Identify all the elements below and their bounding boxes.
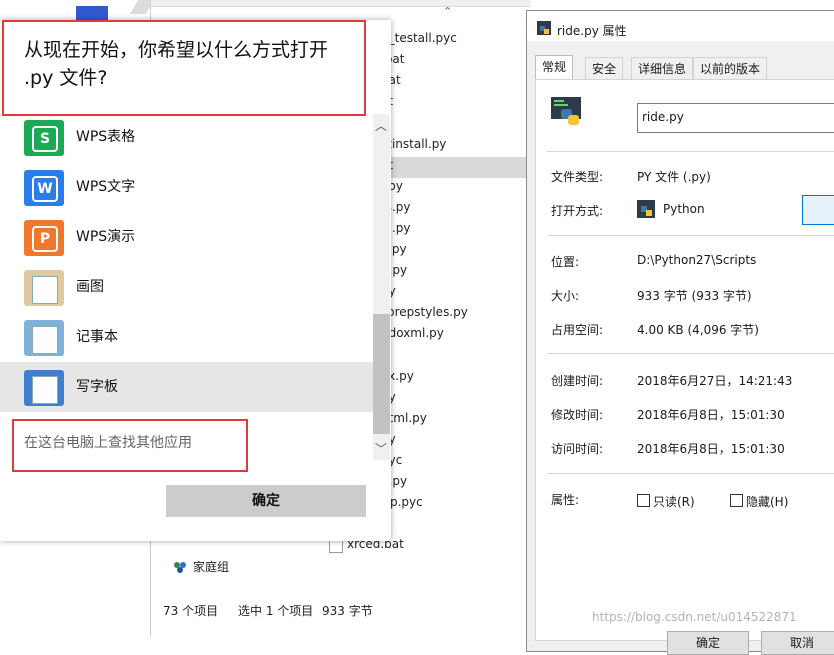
dialog-title: ride.py 属性: [557, 24, 627, 38]
hidden-checkbox[interactable]: [730, 494, 743, 507]
notepad-icon: [24, 320, 64, 356]
file-name: 2_testall.pyc: [381, 31, 457, 45]
app-item[interactable]: 记事本: [0, 312, 373, 362]
app-label: WPS表格: [76, 129, 136, 145]
size-value: 933 字节 (933 字节): [637, 289, 752, 303]
cancel-button[interactable]: 取消: [761, 631, 834, 655]
app-label: 写字板: [76, 379, 118, 395]
selection-count: 选中 1 个项目: [238, 604, 314, 618]
accessed-value: 2018年6月8日，15:01:30: [637, 442, 785, 456]
wps-spreadsheet-icon: S: [24, 120, 64, 156]
app-item[interactable]: S WPS表格: [0, 112, 373, 162]
readonly-checkbox[interactable]: [637, 494, 650, 507]
divider: [547, 151, 834, 152]
created-value: 2018年6月27日，14:21:43: [637, 374, 793, 388]
app-label: 记事本: [76, 329, 118, 345]
wordpad-icon: [24, 370, 64, 406]
hidden-label: 隐藏(H): [746, 495, 789, 509]
general-panel: [535, 79, 834, 641]
homegroup-icon: [173, 561, 187, 573]
wps-presentation-icon: P: [24, 220, 64, 256]
scrollbar-thumb[interactable]: [373, 314, 390, 434]
scroll-up-icon[interactable]: ⌃: [443, 5, 452, 18]
paint-icon: [24, 270, 64, 306]
status-bar: 73 个项目 选中 1 个项目 933 字节: [151, 596, 531, 624]
app-label: WPS演示: [76, 229, 136, 245]
tab-security[interactable]: 安全: [585, 57, 624, 80]
tab-details[interactable]: 详细信息: [631, 57, 694, 80]
divider: [547, 235, 834, 236]
python-file-icon: [537, 21, 551, 35]
file-type-value: PY 文件 (.py): [637, 170, 711, 184]
attributes-label: 属性:: [551, 493, 580, 507]
app-list-scrollbar[interactable]: [373, 114, 390, 460]
chevron-down-icon[interactable]: ﹀: [375, 440, 387, 457]
change-button[interactable]: [802, 195, 834, 225]
item-count: 73 个项目: [163, 604, 219, 618]
confirm-button[interactable]: 确定: [166, 485, 366, 517]
modified-value: 2018年6月8日，15:01:30: [637, 408, 785, 422]
filename-value: ride.py: [642, 110, 684, 124]
watermark: https://blog.csdn.net/u014522871: [592, 610, 797, 624]
divider: [547, 353, 834, 354]
location-label: 位置:: [551, 255, 580, 269]
app-item[interactable]: 画图: [0, 262, 373, 312]
readonly-label: 只读(R): [653, 495, 695, 509]
size-on-disk-value: 4.00 KB (4,096 字节): [637, 323, 759, 337]
open-with-label: 打开方式:: [551, 204, 604, 218]
tab-previous-versions[interactable]: 以前的版本: [693, 57, 768, 80]
properties-dialog: ride.py 属性 常规 安全 详细信息 以前的版本 ride.py 文件类型…: [526, 10, 834, 655]
python-file-large-icon: [551, 97, 583, 127]
chevron-up-icon[interactable]: ︿: [375, 117, 387, 134]
modified-label: 修改时间:: [551, 408, 604, 422]
location-value: D:\Python27\Scripts: [637, 253, 757, 267]
filename-input[interactable]: ride.py: [637, 103, 834, 133]
app-item[interactable]: P WPS演示: [0, 212, 373, 262]
app-label: 画图: [76, 279, 104, 295]
ok-button[interactable]: 确定: [667, 631, 749, 655]
accessed-label: 访问时间:: [551, 442, 604, 456]
app-label: WPS文字: [76, 179, 136, 195]
app-item[interactable]: 写字板: [0, 362, 373, 412]
nav-homegroup[interactable]: 家庭组: [173, 558, 229, 575]
size-label: 大小:: [551, 289, 580, 303]
file-type-label: 文件类型:: [551, 170, 604, 184]
open-with-dialog: 从现在开始，你希望以什么方式打开 .py 文件? S WPS表格 W WPS文字 P WP…: [0, 20, 391, 541]
nav-homegroup-label: 家庭组: [193, 560, 230, 574]
divider: [547, 473, 834, 474]
heading-highlight-box: [2, 20, 366, 116]
size-on-disk-label: 占用空间:: [551, 323, 604, 337]
tab-general[interactable]: 常规: [535, 55, 574, 80]
created-label: 创建时间:: [551, 374, 604, 388]
python-app-icon: [637, 200, 655, 218]
explorer-header: [151, 0, 531, 7]
wps-writer-icon: W: [24, 170, 64, 206]
open-with-value: Python: [663, 202, 705, 216]
selection-size: 933 字节: [322, 604, 373, 618]
file-name: _prepstyles.py: [381, 305, 468, 320]
wps-taskbar-fragment: [76, 6, 108, 20]
link-highlight-box: [12, 419, 248, 472]
app-item[interactable]: W WPS文字: [0, 162, 373, 212]
